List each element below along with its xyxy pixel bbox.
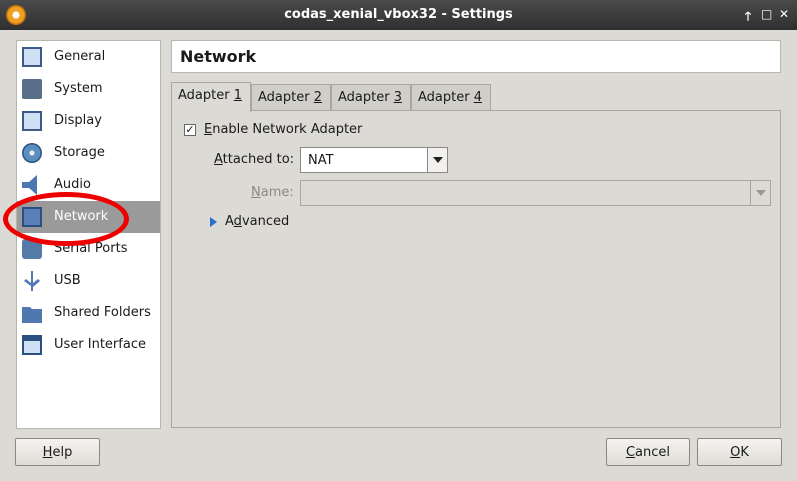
label-rest: ame:	[260, 185, 294, 200]
label-rest: vanced	[241, 214, 290, 229]
tab-label: Adapter	[178, 88, 234, 103]
sidebar-item-label: User Interface	[54, 337, 146, 352]
sidebar-item-label: Network	[54, 209, 109, 224]
sidebar-item-audio[interactable]: Audio	[17, 169, 160, 201]
attached-to-label: Attached to:	[214, 152, 294, 167]
sidebar-item-label: Serial Ports	[54, 241, 128, 256]
sidebar-item-user-interface[interactable]: User Interface	[17, 329, 160, 361]
sidebar-item-label: System	[54, 81, 103, 96]
enable-adapter-label[interactable]: Enable Network Adapter	[204, 122, 362, 137]
mnemonic: C	[625, 445, 636, 460]
tab-mnemonic: 3	[393, 90, 402, 105]
chevron-down-icon	[756, 190, 766, 196]
name-label: Name:	[251, 185, 294, 200]
label-rest: ttached to:	[222, 152, 295, 167]
attached-to-value: NAT	[308, 153, 334, 168]
network-icon	[22, 207, 42, 227]
enable-adapter-checkbox[interactable]: ✓	[184, 124, 196, 136]
section-header: Network	[171, 40, 781, 73]
user-interface-icon	[22, 335, 42, 355]
label-rest: ancel	[635, 445, 671, 460]
label-part: A	[225, 214, 234, 229]
tab-adapter-2[interactable]: Adapter 2	[251, 84, 331, 111]
name-select[interactable]	[300, 180, 771, 206]
label-rest: elp	[52, 445, 73, 460]
sidebar-item-label: USB	[54, 273, 81, 288]
tab-label: Adapter	[418, 90, 474, 105]
mnemonic: A	[214, 152, 223, 167]
window-title: codas_xenial_vbox32 - Settings	[284, 7, 513, 22]
tab-adapter-3[interactable]: Adapter 3	[331, 84, 411, 111]
tab-mnemonic: 2	[313, 90, 322, 105]
general-icon	[22, 47, 42, 67]
tab-adapter-1[interactable]: Adapter 1	[171, 82, 251, 112]
display-icon	[22, 111, 42, 131]
label-rest: nable Network Adapter	[212, 122, 363, 137]
sidebar-item-label: Audio	[54, 177, 91, 192]
dropdown-button[interactable]	[427, 148, 447, 172]
help-button[interactable]: Help	[15, 438, 100, 466]
settings-sidebar: General System Display Storage Audio Net…	[16, 40, 161, 429]
sidebar-item-storage[interactable]: Storage	[17, 137, 160, 169]
serial-ports-icon	[22, 239, 42, 259]
mnemonic: E	[204, 122, 213, 137]
maximize-icon[interactable]: □	[761, 7, 772, 28]
sidebar-item-label: General	[54, 49, 106, 64]
usb-icon	[24, 271, 40, 291]
sidebar-item-general[interactable]: General	[17, 41, 160, 73]
sidebar-item-shared-folders[interactable]: Shared Folders	[17, 297, 160, 329]
label-rest: K	[740, 445, 749, 460]
sidebar-item-system[interactable]: System	[17, 73, 160, 105]
mnemonic: N	[251, 185, 261, 200]
page-title: Network	[180, 47, 257, 66]
tab-adapter-4[interactable]: Adapter 4	[411, 84, 491, 111]
storage-icon	[22, 143, 42, 163]
sidebar-item-display[interactable]: Display	[17, 105, 160, 137]
ok-button[interactable]: OK	[697, 438, 782, 466]
attached-to-select[interactable]: NAT	[300, 147, 448, 173]
expand-arrow-icon[interactable]	[210, 217, 217, 227]
mnemonic: O	[730, 445, 741, 460]
chevron-down-icon	[433, 157, 443, 163]
tab-mnemonic: 1	[233, 88, 242, 103]
mnemonic: d	[233, 214, 242, 229]
keep-above-icon[interactable]: 🡑	[743, 7, 753, 28]
tab-label: Adapter	[338, 90, 394, 105]
sidebar-item-network[interactable]: Network	[17, 201, 160, 233]
system-icon	[22, 79, 42, 99]
audio-icon	[22, 175, 37, 195]
sidebar-item-serial-ports[interactable]: Serial Ports	[17, 233, 160, 265]
sidebar-item-usb[interactable]: USB	[17, 265, 160, 297]
mnemonic: H	[42, 445, 53, 460]
shared-folders-icon	[22, 307, 42, 323]
tab-mnemonic: 4	[473, 90, 482, 105]
cancel-button[interactable]: Cancel	[606, 438, 690, 466]
title-bar[interactable]: codas_xenial_vbox32 - Settings 🡑 □ ✕	[0, 0, 797, 30]
sidebar-item-label: Storage	[54, 145, 105, 160]
advanced-toggle[interactable]: Advanced	[225, 214, 289, 229]
dropdown-button[interactable]	[750, 181, 770, 205]
tab-label: Adapter	[258, 90, 314, 105]
sidebar-item-label: Display	[54, 113, 102, 128]
close-icon[interactable]: ✕	[779, 7, 789, 28]
sidebar-item-label: Shared Folders	[54, 305, 151, 320]
